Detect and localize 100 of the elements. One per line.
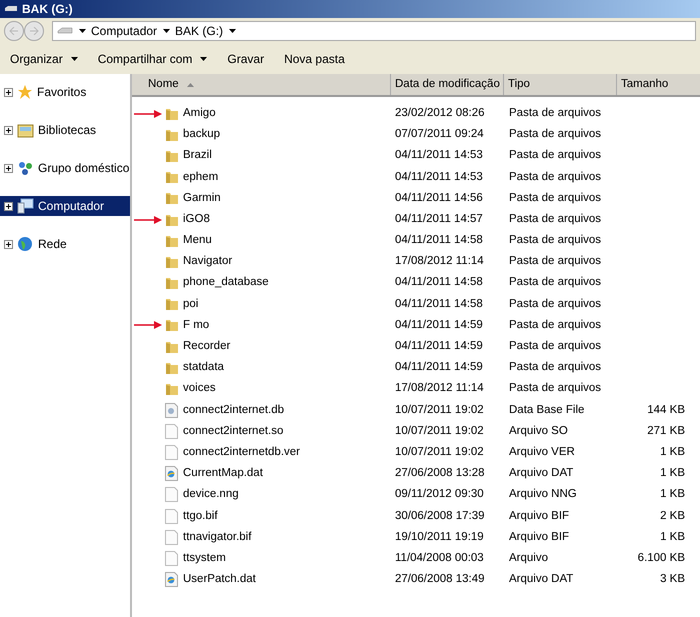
folder-icon [164,191,178,206]
size-cell-text: 2 KB [659,508,685,524]
file-name[interactable]: statdata [183,359,224,376]
toolbar-button[interactable]: Nova pasta [284,50,345,68]
folder-icon [164,106,178,121]
date-cell-text: 07/07/2011 09:24 [394,127,485,142]
caret-icon [163,29,170,33]
size-cell-text: 1 KB [659,487,685,502]
address-bar[interactable]: Computador BAK (G:) [52,21,696,41]
folder-icon [164,318,178,332]
file-name[interactable]: Garmin [183,190,221,207]
column-header[interactable]: Nome [132,74,391,95]
type-cell-text: Arquivo BIF [508,530,570,545]
type-cell-text: Arquivo SO [508,424,569,439]
file-name[interactable]: UserPatch.dat [183,571,256,588]
date-cell-text: 17/08/2012 11:14 [394,381,485,396]
breadcrumb-item[interactable]: Computador [91,22,158,40]
column-header[interactable]: Tipo [504,74,617,95]
date-cell-text: 23/02/2012 08:26 [394,106,486,121]
file-name[interactable]: Menu [183,232,212,250]
file-name[interactable]: connect2internet.so [183,422,284,440]
file-name[interactable]: ephem [183,168,218,186]
toolbar-button[interactable]: Gravar [227,50,264,68]
caret-icon [70,57,78,61]
expand-icon[interactable] [4,202,13,210]
file-name[interactable]: voices [183,380,216,398]
date-cell-text: 10/07/2011 19:02 [394,402,485,418]
type-cell-text: Pasta de arquivos [508,127,602,142]
folder-icon [164,360,178,375]
file-name[interactable]: ttsystem [183,550,226,568]
arrow-icon [134,321,162,330]
document-file-icon [165,466,178,482]
file-name[interactable]: Navigator [183,253,232,271]
file-name[interactable]: ttgo.bif [183,508,218,525]
navigation-item[interactable]: Favoritos [0,82,130,102]
people-icon [17,160,34,176]
expand-icon[interactable] [4,88,13,96]
folder-icon [164,276,178,290]
file-name[interactable]: iGO8 [183,210,210,228]
type-cell-text: Arquivo NNG [508,487,578,502]
type-cell-text: Pasta de arquivos [508,190,602,206]
file-icon [165,530,178,545]
file-name[interactable]: phone_database [183,274,269,292]
date-cell-text: 10/07/2011 19:02 [394,444,485,460]
type-cell-text: Data Base File [508,402,586,418]
navigation-item[interactable]: Bibliotecas [0,120,130,140]
sort-arrow-icon [186,82,194,86]
file-name[interactable]: device.nng [183,486,239,504]
file-name[interactable]: CurrentMap.dat [183,465,263,482]
file-name[interactable]: ttnavigator.bif [183,528,252,546]
navigation-item[interactable]: Computador [0,196,130,216]
left-arrow-icon [9,27,19,35]
file-name[interactable]: connect2internetdb.ver [183,444,300,462]
file-name[interactable]: Recorder [183,338,230,356]
file-icon [165,487,178,502]
file-name[interactable]: Brazil [183,147,212,165]
column-header[interactable]: Tamanho [617,74,700,95]
arrow-icon [134,216,162,224]
database-file-icon [165,402,178,418]
file-icon [165,445,178,460]
date-cell-text: 09/11/2012 09:30 [394,487,485,502]
date-cell-text: 04/11/2011 14:58 [394,233,484,248]
size-cell-text: 271 KB [646,424,685,439]
file-icon [165,508,178,524]
document-file-icon [165,572,178,588]
date-cell-text: 04/11/2011 14:59 [394,339,484,354]
date-cell-text: 27/06/2008 13:28 [394,466,486,482]
date-cell-text: 27/06/2008 13:49 [394,572,486,588]
type-cell-text: Arquivo BIF [508,508,570,524]
type-cell-text: Pasta de arquivos [508,233,602,248]
folder-icon [164,234,178,248]
date-cell-text: 30/06/2008 17:39 [394,508,486,524]
library-icon [17,122,34,138]
arrow-icon [134,110,162,118]
column-header[interactable]: Data de modificação [391,74,504,95]
file-name[interactable]: connect2internet.db [183,402,284,419]
breadcrumb-item[interactable]: BAK (G:) [175,22,224,40]
type-cell-text: Pasta de arquivos [508,148,602,164]
size-cell-text: 1 KB [659,444,685,460]
type-cell-text: Pasta de arquivos [508,254,602,270]
window-title: BAK (G:) [22,1,73,18]
caret-icon [79,29,86,33]
file-name[interactable]: F mo [183,316,210,334]
toolbar-button[interactable]: Organizar [10,50,78,68]
type-cell-text: Pasta de arquivos [508,170,602,185]
expand-icon[interactable] [4,164,13,172]
size-cell-text: 6.100 KB [636,550,685,566]
navigation-item[interactable]: Rede [0,234,130,254]
expand-icon[interactable] [4,240,13,248]
file-name[interactable]: poi [183,296,198,313]
type-cell-text: Pasta de arquivos [508,318,602,333]
size-cell-text: 3 KB [659,572,685,588]
date-cell-text: 19/10/2011 19:19 [394,530,485,545]
file-name[interactable]: Amigo [183,104,216,122]
file-name[interactable]: backup [183,126,220,144]
expand-icon[interactable] [4,126,13,134]
navigation-item[interactable]: Grupo doméstico [0,158,130,178]
folder-icon [164,148,178,163]
toolbar-button[interactable]: Compartilhar com [98,50,208,68]
file-icon [165,424,178,439]
